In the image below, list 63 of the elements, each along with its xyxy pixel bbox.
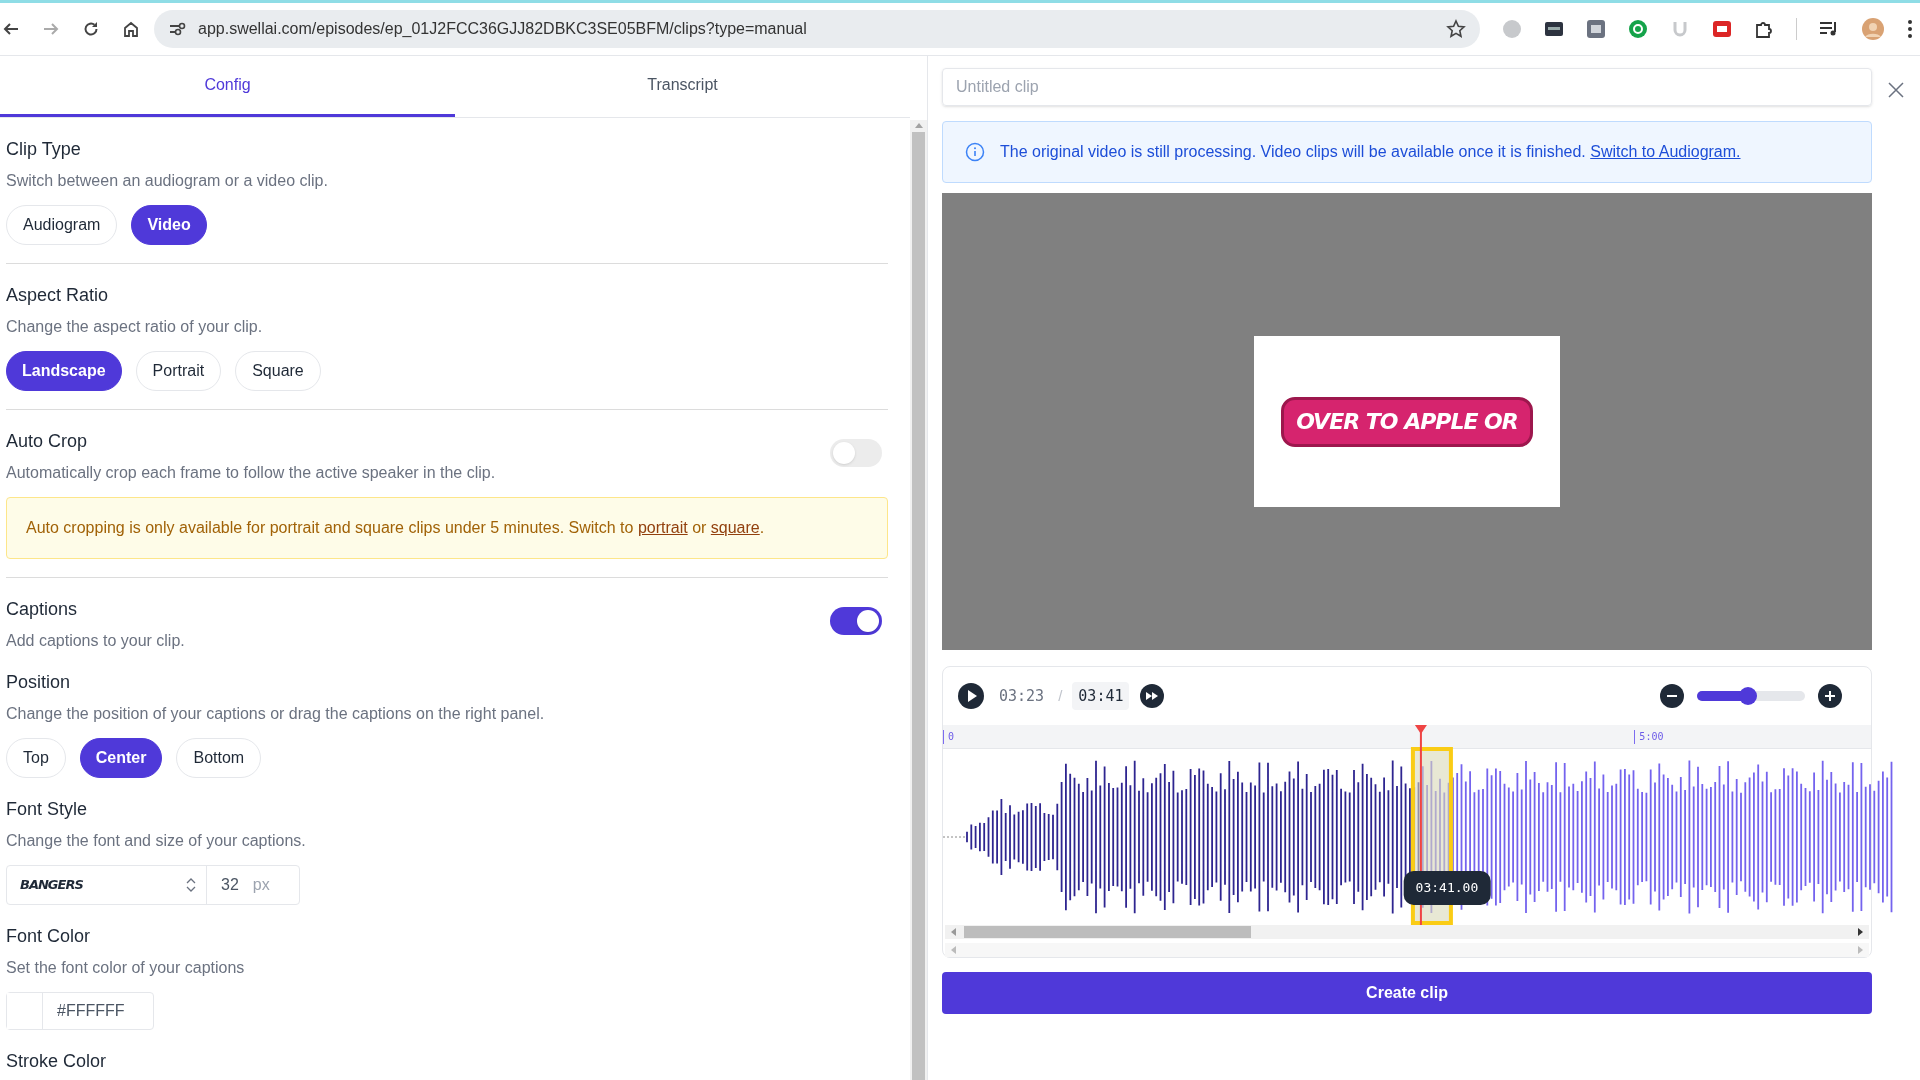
fast-forward-icon[interactable]	[1139, 683, 1166, 709]
option-button[interactable]: Center	[79, 738, 163, 778]
horizontal-scrollbar[interactable]	[945, 943, 1869, 957]
section-title: Stroke Color	[6, 1050, 108, 1073]
section-title: Captions	[6, 598, 79, 621]
section-description: Change the font and size of your captions.	[6, 831, 307, 851]
info-icon	[965, 142, 985, 162]
menu-icon[interactable]	[1907, 19, 1913, 39]
reload-icon[interactable]	[82, 20, 100, 38]
caption-preview: OVER TO APPLE OR	[1281, 396, 1533, 447]
clip-title-field[interactable]: Untitled clip	[942, 68, 1872, 106]
extension-icon[interactable]	[1544, 19, 1564, 39]
time-tooltip: 03:41.00	[1403, 871, 1491, 905]
zoom-out-icon[interactable]	[1659, 683, 1685, 709]
toggle-switch[interactable]	[830, 607, 882, 635]
toggle-switch[interactable]	[830, 439, 882, 467]
color-value: #FFFFFF	[56, 1001, 126, 1021]
section-title: Position	[6, 671, 72, 694]
option-button[interactable]: Bottom	[176, 738, 262, 778]
section-description: Switch between an audiogram or a video clip.	[6, 171, 329, 191]
zoom-in-icon[interactable]	[1817, 683, 1843, 709]
time-separator: /	[1058, 685, 1063, 706]
section-title: Font Color	[6, 925, 92, 948]
close-icon[interactable]	[1888, 82, 1904, 98]
section-title: Clip Type	[6, 138, 82, 161]
tab[interactable]: Config	[0, 56, 455, 117]
star-icon[interactable]	[1446, 19, 1466, 39]
section-title: Font Style	[6, 798, 89, 821]
link[interactable]: portrait	[637, 519, 688, 536]
home-icon[interactable]	[122, 20, 140, 38]
color-field[interactable]: #FFFFFF	[6, 992, 154, 1030]
switch-to-audiogram-link[interactable]: Switch to Audiogram.	[1590, 143, 1741, 160]
scrollbar[interactable]	[910, 120, 927, 1080]
section-description: Set the font color of your captions	[6, 958, 246, 978]
section-description: Change the position of your captions or drag the captions on the right panel.	[6, 704, 546, 724]
option-button[interactable]: Portrait	[135, 351, 222, 391]
link[interactable]: square	[710, 519, 760, 536]
current-time: 03:23	[999, 685, 1045, 707]
section-description: Automatically crop each frame to follow the active speaker in the clip.	[6, 463, 497, 483]
option-button[interactable]: Landscape	[6, 351, 122, 391]
section-title: Aspect Ratio	[6, 284, 110, 307]
notice-text: The original video is still processing. Video clips will be available once it is finished. Switch to Audiogram.	[1000, 142, 1741, 162]
option-button[interactable]: Square	[235, 351, 321, 391]
address-bar[interactable]: app.swellai.com/episodes/ep_01J2FCC36GJJ82DBKC3SE05BFM/clips?type=manual	[154, 10, 1480, 48]
puzzle-icon[interactable]	[1754, 19, 1774, 39]
option-button[interactable]: Video	[131, 205, 207, 245]
option-button[interactable]: Top	[6, 738, 66, 778]
section-title: Auto Crop	[6, 430, 89, 453]
tab[interactable]: Transcript	[455, 56, 910, 117]
slider-thumb[interactable]	[1738, 687, 1757, 705]
create-clip-button[interactable]: Create clip	[942, 972, 1872, 1014]
url-text: app.swellai.com/episodes/ep_01J2FCC36GJJ82DBKC3SE05BFM/clips?type=manual	[198, 19, 808, 39]
section-description: Change the aspect ratio of your clip.	[6, 317, 264, 337]
tick-label: 5:00	[1634, 730, 1664, 744]
horizontal-scrollbar[interactable]	[945, 925, 1869, 939]
section-description: Add captions to your clip.	[6, 631, 186, 651]
option-button[interactable]: Audiogram	[6, 205, 118, 245]
play-icon[interactable]	[957, 682, 985, 710]
end-time: 03:41	[1072, 681, 1130, 711]
media-queue-icon[interactable]	[1819, 20, 1839, 38]
tick-label: 0	[943, 730, 955, 744]
warning-text: Auto cropping is only available for portrait and square clips under 5 minutes. Switch to portrait or square.	[26, 518, 765, 538]
site-settings-icon[interactable]	[168, 21, 186, 37]
